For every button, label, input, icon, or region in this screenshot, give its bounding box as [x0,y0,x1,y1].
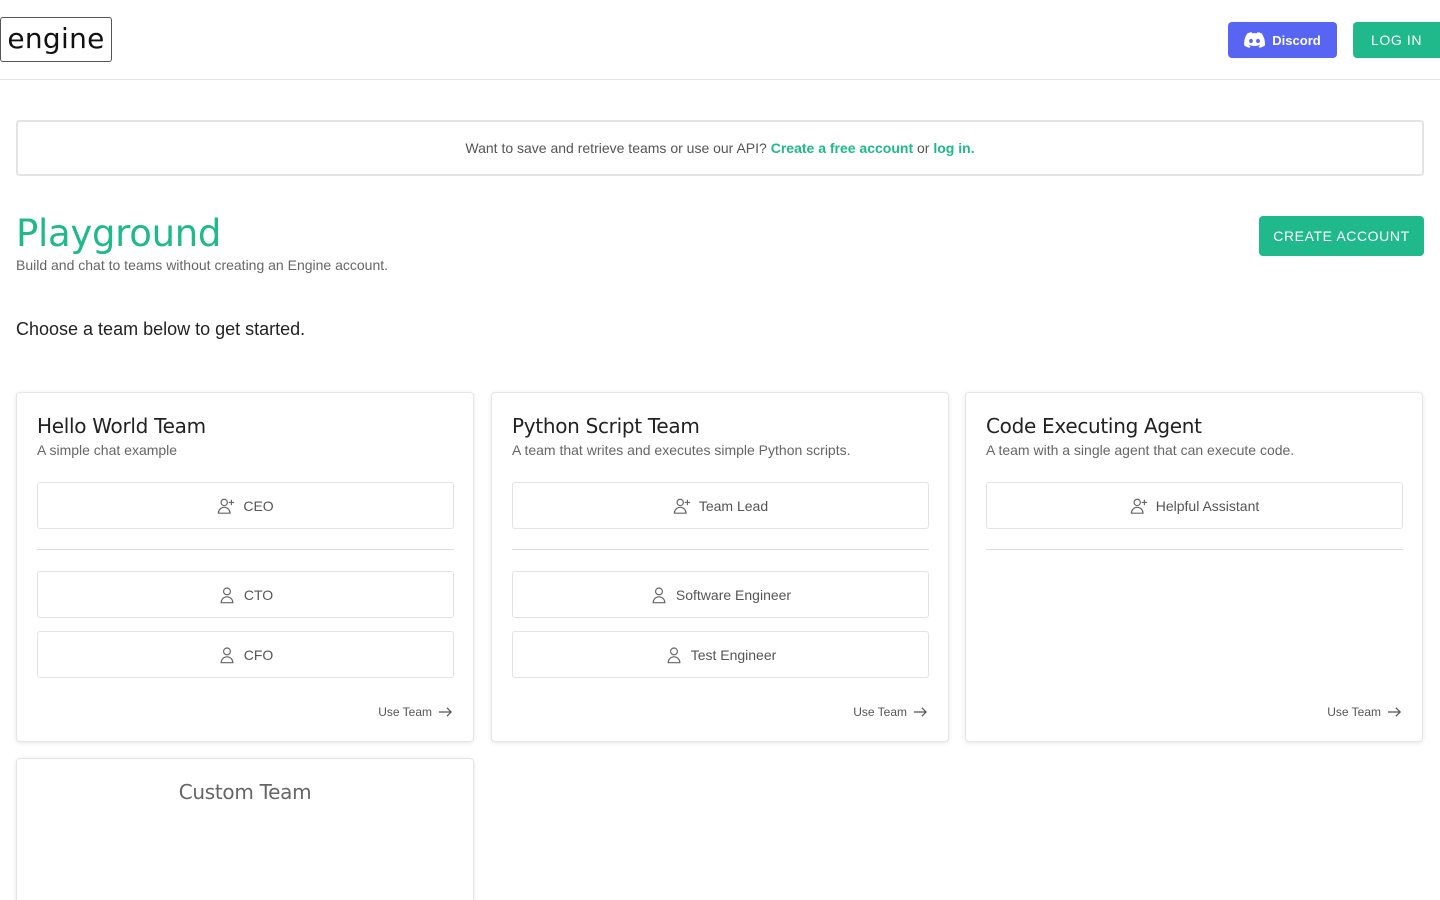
user-icon [652,586,666,603]
top-navbar: engine Discord LOG IN [0,0,1440,80]
user-icon [667,646,681,663]
team-member-role[interactable]: Software Engineer [512,571,929,618]
discord-label: Discord [1272,32,1321,48]
use-team-button[interactable]: Use Team [378,705,453,719]
use-team-button[interactable]: Use Team [1327,705,1402,719]
user-icon [220,646,234,663]
page-subtitle: Build and chat to teams without creating… [16,257,389,273]
create-free-account-link[interactable]: Create a free account [771,140,913,156]
team-card-description: A team that writes and executes simple P… [512,442,851,458]
use-team-label: Use Team [853,705,907,719]
discord-icon [1244,32,1266,48]
custom-team-card[interactable]: Custom Team [16,758,474,900]
team-card-hello-world[interactable]: Hello World Team A simple chat example C… [16,392,474,742]
team-lead-role[interactable]: Helpful Assistant [986,482,1403,529]
team-card-code-executing-agent[interactable]: Code Executing Agent A team with a singl… [965,392,1423,742]
login-link[interactable]: log in [933,140,970,156]
use-team-label: Use Team [1327,705,1381,719]
user-icon [220,586,234,603]
team-card-title: Python Script Team [512,414,700,438]
divider [986,549,1403,550]
role-label: Software Engineer [675,586,792,603]
divider [37,549,454,550]
choose-team-prompt: Choose a team below to get started. [16,319,306,339]
team-lead-role[interactable]: Team Lead [512,482,929,529]
team-card-description: A team with a single agent that can exec… [986,442,1295,458]
login-button[interactable]: LOG IN [1353,22,1440,58]
team-member-role[interactable]: CTO [37,571,454,618]
banner-or-text: or [917,140,930,156]
user-plus-icon [1130,498,1147,514]
divider [512,549,929,550]
team-card-python-script[interactable]: Python Script Team A team that writes an… [491,392,949,742]
arrow-right-icon [913,707,927,717]
team-member-role[interactable]: Test Engineer [512,631,929,678]
user-plus-icon [673,498,690,514]
use-team-button[interactable]: Use Team [853,705,928,719]
banner-period: . [970,140,975,156]
team-card-title: Code Executing Agent [986,414,1202,438]
role-label: CEO [243,497,274,514]
use-team-label: Use Team [378,705,432,719]
arrow-right-icon [438,707,452,717]
arrow-right-icon [1387,707,1401,717]
custom-team-title: Custom Team [178,780,312,804]
team-card-description: A simple chat example [37,442,178,458]
team-lead-role[interactable]: CEO [37,482,454,529]
role-label: Helpful Assistant [1155,497,1260,514]
discord-button[interactable]: Discord [1228,22,1337,58]
banner-text: Want to save and retrieve teams or use o… [465,140,767,156]
create-account-button[interactable]: CREATE ACCOUNT [1259,216,1424,256]
engine-logo[interactable]: engine [0,17,112,62]
team-member-role[interactable]: CFO [37,631,454,678]
role-label: CFO [243,646,274,663]
team-card-title: Hello World Team [37,414,206,438]
role-label: Team Lead [698,497,769,514]
page-title: Playground [16,212,222,255]
role-label: CTO [243,586,274,603]
role-label: Test Engineer [690,646,777,663]
account-banner: Want to save and retrieve teams or use o… [16,120,1424,176]
user-plus-icon [218,498,235,514]
